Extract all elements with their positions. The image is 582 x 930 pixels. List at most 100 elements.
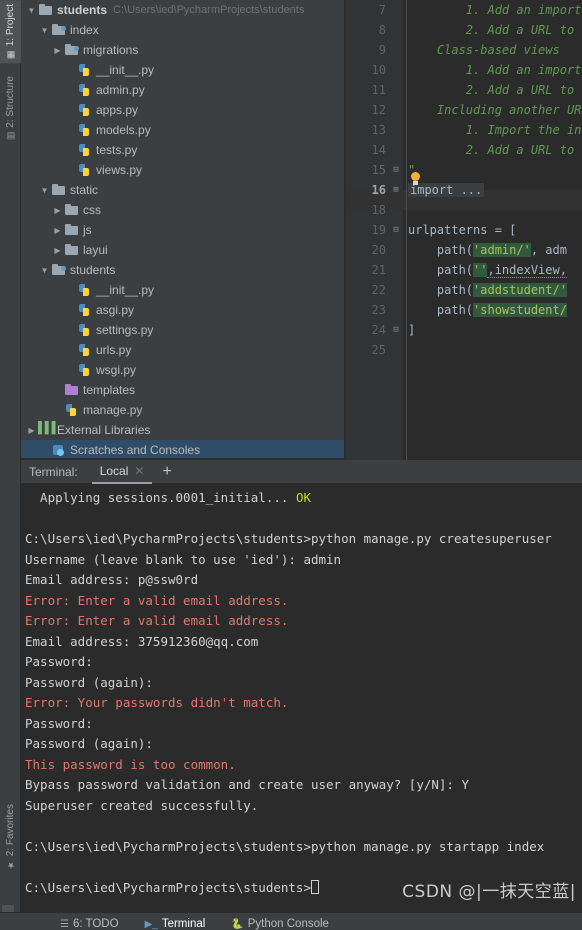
tree-row[interactable]: ▼ static (21, 180, 345, 200)
project-tree-panel[interactable]: ▼ students C:\Users\ied\PycharmProjects\st… (21, 0, 345, 460)
chevron-down-icon[interactable]: ▼ (38, 26, 51, 35)
code-text: 1. Add an import: (408, 0, 582, 20)
tree-row[interactable]: ▶admin.py (21, 80, 345, 100)
terminal-line-text: C:\Users\ied\PycharmProjects\students> (25, 879, 311, 895)
tree-row[interactable]: ▶settings.py (21, 320, 345, 340)
code-editor[interactable]: 7 1. Add an import:8 2. Add a URL to ur9… (346, 0, 582, 460)
python-file-icon (77, 323, 93, 337)
tool-tab-favorites[interactable]: ★ 2: Favorites (0, 800, 21, 873)
editor-line: 19 ⊟ urlpatterns = [ (346, 220, 582, 240)
terminal-icon: ▶_ (144, 918, 158, 930)
terminal-line: Password (again): (25, 673, 582, 694)
terminal-line: Applying sessions.0001_initial... OK (25, 488, 582, 509)
editor-line: 16 ⊞ import ... (346, 180, 582, 200)
editor-line: 7 1. Add an import: (346, 0, 582, 20)
terminal-line: Error: Enter a valid email address. (25, 591, 582, 612)
chevron-down-icon[interactable]: ▼ (25, 6, 38, 15)
tree-row[interactable]: ▶ migrations (21, 40, 345, 60)
tree-row-label: templates (83, 383, 136, 397)
terminal-line-text: Username (leave blank to use 'ied'): adm… (25, 551, 342, 567)
fold-collapse-icon[interactable]: ⊟ (391, 160, 401, 180)
line-number: 24 (371, 323, 386, 337)
tree-row[interactable]: ▶__init__.py (21, 280, 345, 300)
tree-row-label: wsgi.py (96, 363, 137, 377)
close-icon[interactable]: ✕ (134, 464, 144, 478)
terminal-line: C:\Users\ied\PycharmProjects\students>py… (25, 837, 582, 858)
code-text: path('admin/', adm (408, 240, 567, 260)
chevron-right-icon[interactable]: ▶ (51, 46, 64, 55)
tree-row[interactable]: ▼ index (21, 20, 345, 40)
tree-row[interactable]: ▶ External Libraries (21, 420, 345, 440)
terminal-line: Error: Your passwords didn't match. (25, 693, 582, 714)
tool-tab-structure[interactable]: ▤ 2: Structure (0, 72, 21, 145)
chevron-right-icon[interactable]: ▶ (51, 226, 64, 235)
tree-row[interactable]: ▶views.py (21, 160, 345, 180)
code-token: path( (436, 263, 474, 277)
fold-collapse-icon[interactable]: ⊟ (391, 220, 401, 240)
tool-tab-project[interactable]: ▦ 1: Project (0, 0, 21, 64)
line-number: 14 (371, 143, 386, 157)
editor-line: 23 path('showstudent/ (346, 300, 582, 320)
code-text: path('addstudent/' (408, 280, 567, 300)
python-file-icon (77, 343, 93, 357)
terminal-line: Superuser created successfully. (25, 796, 582, 817)
code-text: 2. Add a URL to ur (408, 80, 582, 100)
python-file-icon (77, 283, 93, 297)
tree-row-label: urls.py (96, 343, 132, 357)
code-text: path('showstudent/ (408, 300, 567, 320)
terminal-tool-window: Terminal: Local ✕ + Applying sessions.00… (21, 460, 582, 912)
terminal-line: Email address: 375912360@qq.com (25, 632, 582, 653)
tree-row[interactable]: ▶templates (21, 380, 345, 400)
bottom-tab[interactable]: 🐍 Python Console (231, 913, 329, 930)
terminal-tab-local[interactable]: Local ✕ (91, 460, 153, 484)
chevron-down-icon[interactable]: ▼ (38, 186, 51, 195)
code-token: 'addstudent/' (473, 283, 567, 297)
terminal-line: Password: (25, 652, 582, 673)
tree-row[interactable]: ▶manage.py (21, 400, 345, 420)
tree-row-label: models.py (96, 123, 151, 137)
line-number: 18 (371, 203, 386, 217)
add-terminal-button[interactable]: + (162, 463, 171, 480)
tree-row[interactable]: ▶apps.py (21, 100, 345, 120)
line-number: 11 (371, 83, 386, 97)
tree-row[interactable]: ▶Scratches and Consoles (21, 440, 345, 460)
folder-icon (38, 3, 54, 17)
tree-row[interactable]: ▶__init__.py (21, 60, 345, 80)
python-file-icon (77, 63, 93, 77)
fold-expand-icon[interactable]: ⊞ (391, 180, 401, 200)
tree-row[interactable]: ▶ layui (21, 240, 345, 260)
tree-row[interactable]: ▶wsgi.py (21, 360, 345, 380)
bottom-tab[interactable]: ☰ 6: TODO (60, 913, 119, 930)
source-folder-icon (51, 23, 67, 37)
tree-row[interactable]: ▶tests.py (21, 140, 345, 160)
chevron-right-icon[interactable]: ▶ (51, 206, 64, 215)
chevron-right-icon[interactable]: ▶ (25, 426, 38, 435)
bottom-tab[interactable]: ▶_ Terminal (145, 913, 206, 930)
left-tool-strip: ▦ 1: Project ▤ 2: Structure ★ 2: Favorit… (0, 0, 21, 930)
bottom-tab-label: Terminal (161, 918, 206, 930)
terminal-line: Password (again): (25, 734, 582, 755)
tree-row[interactable]: ▼ students (21, 260, 345, 280)
folder-icon (64, 243, 80, 257)
tree-row-label: tests.py (96, 143, 138, 157)
tree-row[interactable]: ▼ students C:\Users\ied\PycharmProjects\st… (21, 0, 345, 20)
project-path: C:\Users\ied\PycharmProjects\students (113, 4, 305, 16)
intention-bulb-icon[interactable] (408, 172, 422, 188)
tree-row[interactable]: ▶ css (21, 200, 345, 220)
tree-row[interactable]: ▶ js (21, 220, 345, 240)
tree-row[interactable]: ▶asgi.py (21, 300, 345, 320)
tree-row[interactable]: ▶models.py (21, 120, 345, 140)
code-token: ,indexView, (487, 263, 567, 278)
tree-row[interactable]: ▶urls.py (21, 340, 345, 360)
terminal-line-text: Email address: 375912360@qq.com (25, 633, 259, 649)
fold-collapse-icon[interactable]: ⊟ (391, 320, 401, 340)
chevron-right-icon[interactable]: ▶ (51, 246, 64, 255)
terminal-line-text: Error: Enter a valid email address. (25, 613, 289, 628)
terminal-line-text: Error: Enter a valid email address. (25, 592, 289, 608)
terminal-output[interactable]: Applying sessions.0001_initial... OK C:\U… (21, 484, 582, 912)
line-number: 10 (371, 63, 386, 77)
chevron-down-icon[interactable]: ▼ (38, 266, 51, 275)
terminal-line: Username (leave blank to use 'ied'): adm… (25, 550, 582, 571)
line-number: 7 (378, 3, 386, 17)
editor-line: 21 path('',indexView, (346, 260, 582, 280)
